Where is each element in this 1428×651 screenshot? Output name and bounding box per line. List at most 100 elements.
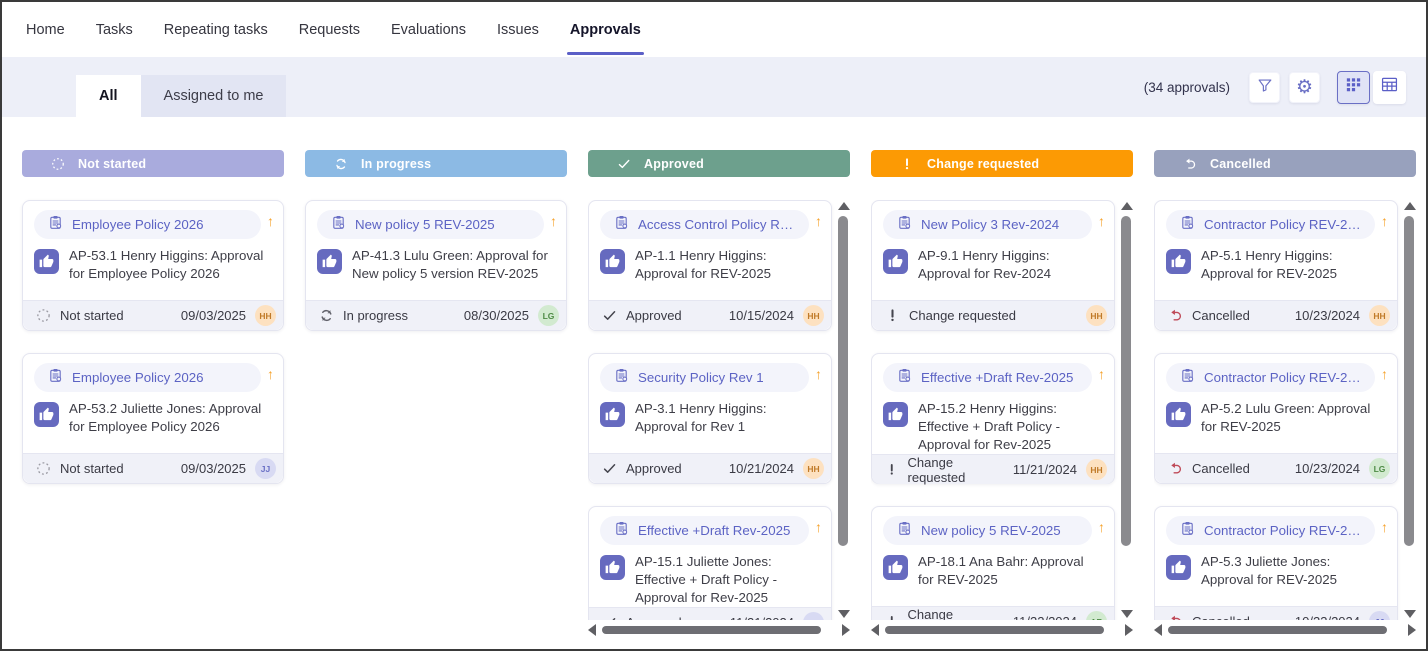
scroll-up-arrow[interactable] — [1121, 202, 1133, 210]
scroll-left-arrow[interactable] — [1154, 624, 1162, 636]
approval-card[interactable]: Contractor Policy REV-2025↑AP-5.1 Henry … — [1154, 200, 1398, 331]
policy-pill[interactable]: Effective +Draft Rev-2025 — [600, 516, 809, 545]
avatar[interactable]: LG — [538, 305, 559, 326]
approval-card[interactable]: New policy 5 REV-2025↑AP-41.3 Lulu Green… — [305, 200, 567, 331]
policy-pill[interactable]: Employee Policy 2026 — [34, 363, 261, 392]
policy-pill[interactable]: Employee Policy 2026 — [34, 210, 261, 239]
due-date: 09/03/2025 — [181, 308, 246, 323]
scroll-up-arrow[interactable] — [1404, 202, 1416, 210]
horizontal-scroll-thumb[interactable] — [1168, 626, 1387, 634]
policy-pill[interactable]: Access Control Policy REV-20... — [600, 210, 809, 239]
policy-clipboard-icon — [614, 215, 629, 235]
card-top-row: New Policy 3 Rev-2024↑ — [872, 201, 1114, 239]
scroll-down-arrow[interactable] — [838, 610, 850, 618]
scroll-right-arrow[interactable] — [1125, 624, 1133, 636]
scroll-left-arrow[interactable] — [588, 624, 596, 636]
card-top-row: Effective +Draft Rev-2025↑ — [872, 354, 1114, 392]
avatar[interactable]: JJ — [803, 612, 824, 620]
nav-item-tasks[interactable]: Tasks — [96, 2, 133, 57]
table-view-button[interactable] — [1373, 71, 1406, 104]
nav-item-requests[interactable]: Requests — [299, 2, 360, 57]
horizontal-scroll-thumb[interactable] — [885, 626, 1104, 634]
scroll-up-arrow[interactable] — [838, 202, 850, 210]
approval-card[interactable]: Contractor Policy REV-2025↑AP-5.3 Juliet… — [1154, 506, 1398, 620]
nav-item-repeating-tasks[interactable]: Repeating tasks — [164, 2, 268, 57]
avatar[interactable]: JJ — [1369, 611, 1390, 620]
horizontal-scrollbar[interactable] — [1154, 623, 1416, 636]
avatar[interactable]: HH — [1086, 459, 1107, 480]
nav-item-home[interactable]: Home — [26, 2, 65, 57]
column-header-in-progress[interactable]: In progress — [305, 150, 567, 177]
policy-clipboard-icon — [1180, 368, 1195, 388]
vertical-scrollbar[interactable] — [1120, 202, 1133, 618]
card-body: AP-5.1 Henry Higgins: Approval for REV-2… — [1155, 239, 1397, 300]
column-header-not-started[interactable]: Not started — [22, 150, 284, 177]
horizontal-scroll-track[interactable] — [883, 625, 1121, 635]
policy-pill[interactable]: New policy 5 REV-2025 — [317, 210, 544, 239]
nav-item-evaluations[interactable]: Evaluations — [391, 2, 466, 57]
settings-button[interactable]: ⚙ — [1289, 72, 1320, 103]
column-header-cancelled[interactable]: Cancelled — [1154, 150, 1416, 177]
thumbs-up-icon — [883, 249, 908, 274]
avatar[interactable]: HH — [803, 458, 824, 479]
approval-card[interactable]: Employee Policy 2026↑AP-53.1 Henry Higgi… — [22, 200, 284, 331]
status-change-requested-icon — [885, 308, 900, 323]
scroll-right-arrow[interactable] — [842, 624, 850, 636]
vertical-scroll-thumb[interactable] — [1404, 216, 1414, 546]
policy-pill[interactable]: New policy 5 REV-2025 — [883, 516, 1092, 545]
status-not-started-icon — [36, 308, 51, 323]
approval-title: AP-18.1 Ana Bahr: Approval for REV-2025 — [918, 553, 1102, 589]
horizontal-scrollbar[interactable] — [588, 623, 850, 636]
avatar[interactable]: JJ — [255, 458, 276, 479]
kanban-view-button[interactable] — [1337, 71, 1370, 104]
policy-pill[interactable]: Contractor Policy REV-2025 — [1166, 516, 1375, 545]
scroll-down-arrow[interactable] — [1121, 610, 1133, 618]
card-body: AP-53.1 Henry Higgins: Approval for Empl… — [23, 239, 283, 300]
vertical-scrollbar[interactable] — [1403, 202, 1416, 618]
avatar[interactable]: AB — [1086, 611, 1107, 620]
policy-pill[interactable]: Effective +Draft Rev-2025 — [883, 363, 1092, 392]
card-body: AP-53.2 Juliette Jones: Approval for Emp… — [23, 392, 283, 453]
card-footer: Cancelled10/23/2024HH — [1155, 300, 1397, 330]
status-label: Not started — [60, 461, 124, 476]
avatar[interactable]: LG — [1369, 458, 1390, 479]
approval-card[interactable]: New Policy 3 Rev-2024↑AP-9.1 Henry Higgi… — [871, 200, 1115, 331]
avatar[interactable]: HH — [255, 305, 276, 326]
due-date: 10/23/2024 — [1295, 308, 1360, 323]
scroll-left-arrow[interactable] — [871, 624, 879, 636]
priority-up-arrow-icon: ↑ — [1381, 519, 1388, 535]
avatar[interactable]: HH — [1086, 305, 1107, 326]
policy-name: Contractor Policy REV-2025 — [1204, 217, 1363, 232]
policy-pill[interactable]: Contractor Policy REV-2025 — [1166, 363, 1375, 392]
tab-all[interactable]: All — [76, 75, 141, 117]
tab-assigned-to-me[interactable]: Assigned to me — [141, 75, 287, 117]
approval-card[interactable]: Security Policy Rev 1↑AP-3.1 Henry Higgi… — [588, 353, 832, 484]
horizontal-scroll-thumb[interactable] — [602, 626, 821, 634]
avatar[interactable]: HH — [1369, 305, 1390, 326]
horizontal-scroll-track[interactable] — [600, 625, 838, 635]
nav-item-approvals[interactable]: Approvals — [570, 2, 641, 57]
scroll-right-arrow[interactable] — [1408, 624, 1416, 636]
approval-card[interactable]: New policy 5 REV-2025↑AP-18.1 Ana Bahr: … — [871, 506, 1115, 620]
avatar[interactable]: HH — [803, 305, 824, 326]
policy-pill[interactable]: New Policy 3 Rev-2024 — [883, 210, 1092, 239]
vertical-scrollbar[interactable] — [837, 202, 850, 618]
horizontal-scroll-track[interactable] — [1166, 625, 1404, 635]
approval-card[interactable]: Contractor Policy REV-2025↑AP-5.2 Lulu G… — [1154, 353, 1398, 484]
nav-item-issues[interactable]: Issues — [497, 2, 539, 57]
horizontal-scrollbar[interactable] — [871, 623, 1133, 636]
column-header-approved[interactable]: Approved — [588, 150, 850, 177]
scroll-down-arrow[interactable] — [1404, 610, 1416, 618]
policy-pill[interactable]: Contractor Policy REV-2025 — [1166, 210, 1375, 239]
policy-pill[interactable]: Security Policy Rev 1 — [600, 363, 809, 392]
policy-name: Contractor Policy REV-2025 — [1204, 370, 1363, 385]
approval-card[interactable]: Employee Policy 2026↑AP-53.2 Juliette Jo… — [22, 353, 284, 484]
vertical-scroll-thumb[interactable] — [838, 216, 848, 546]
approval-card[interactable]: Access Control Policy REV-20...↑AP-1.1 H… — [588, 200, 832, 331]
filter-button[interactable] — [1249, 72, 1280, 103]
vertical-scroll-thumb[interactable] — [1121, 216, 1131, 546]
approval-card[interactable]: Effective +Draft Rev-2025↑AP-15.1 Juliet… — [588, 506, 832, 620]
column-header-change-requested[interactable]: Change requested — [871, 150, 1133, 177]
approval-card[interactable]: Effective +Draft Rev-2025↑AP-15.2 Henry … — [871, 353, 1115, 484]
policy-clipboard-icon — [331, 215, 346, 235]
